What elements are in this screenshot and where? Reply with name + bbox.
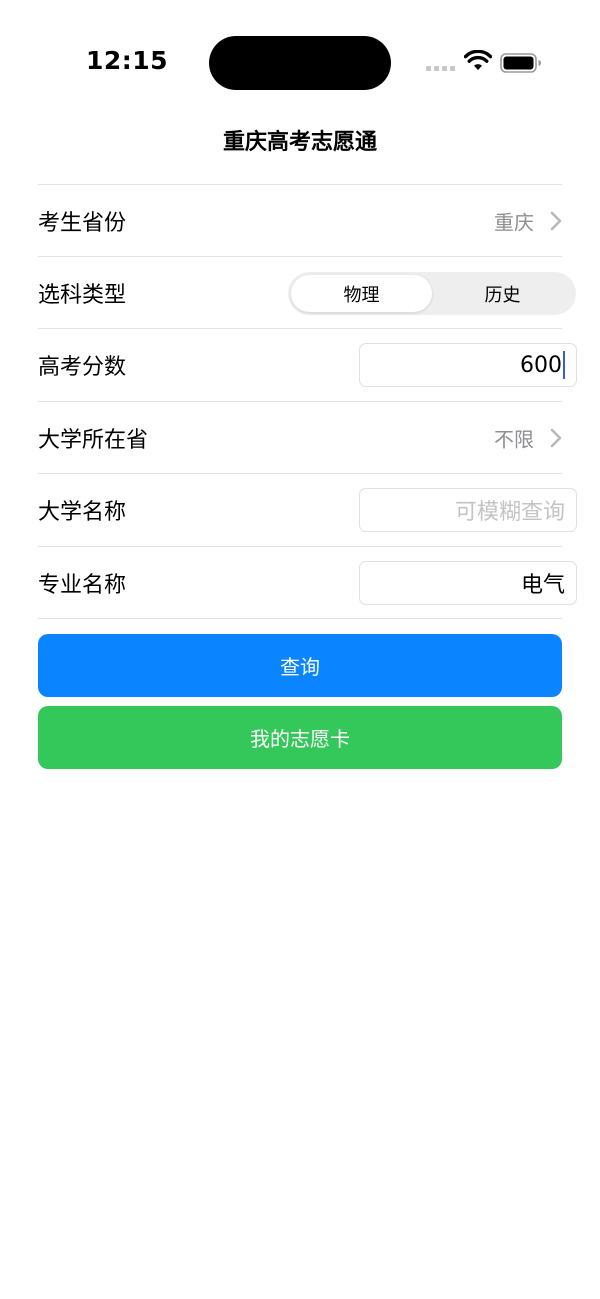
chevron-right-icon xyxy=(550,428,562,448)
page-title: 重庆高考志愿通 xyxy=(222,130,377,155)
score-row: 高考分数 600 xyxy=(38,329,578,401)
dynamic-island xyxy=(209,36,391,90)
score-input[interactable]: 600 xyxy=(359,343,577,387)
province-value: 重庆 xyxy=(494,210,534,235)
status-time: 12:15 xyxy=(86,46,169,75)
university-province-row[interactable]: 大学所在省 不限 xyxy=(38,402,578,474)
university-name-label: 大学名称 xyxy=(38,500,127,525)
battery-icon xyxy=(500,53,541,73)
app-screen: 12:15 重庆高考志愿通 考生省份 重庆 选科类型 物理 历史 高考分数 60… xyxy=(0,0,600,1299)
cellular-signal-icon xyxy=(426,66,455,71)
major-name-label: 专业名称 xyxy=(38,573,127,598)
score-input-value: 600 xyxy=(520,352,562,378)
province-row[interactable]: 考生省份 重庆 xyxy=(38,185,578,257)
score-label: 高考分数 xyxy=(38,355,127,380)
major-name-input[interactable]: 电气 xyxy=(359,561,577,605)
segment-physics[interactable]: 物理 xyxy=(291,275,432,312)
subject-type-label: 选科类型 xyxy=(38,283,127,308)
text-caret xyxy=(563,351,565,379)
divider xyxy=(38,618,562,619)
major-name-row: 专业名称 电气 xyxy=(38,547,578,619)
university-province-label: 大学所在省 xyxy=(38,428,149,453)
university-name-placeholder: 可模糊查询 xyxy=(454,500,565,525)
subject-type-row: 选科类型 物理 历史 xyxy=(38,257,578,329)
university-province-value: 不限 xyxy=(494,427,534,452)
chevron-right-icon xyxy=(550,211,562,231)
my-application-card-button[interactable]: 我的志愿卡 xyxy=(38,706,562,769)
subject-type-segmented-control[interactable]: 物理 历史 xyxy=(288,272,576,315)
major-name-value: 电气 xyxy=(520,573,565,598)
province-label: 考生省份 xyxy=(38,211,127,236)
query-button[interactable]: 查询 xyxy=(38,634,562,697)
university-name-input[interactable]: 可模糊查询 xyxy=(359,488,577,532)
segment-history[interactable]: 历史 xyxy=(432,275,573,312)
wifi-icon xyxy=(464,50,492,70)
university-name-row: 大学名称 可模糊查询 xyxy=(38,474,578,546)
